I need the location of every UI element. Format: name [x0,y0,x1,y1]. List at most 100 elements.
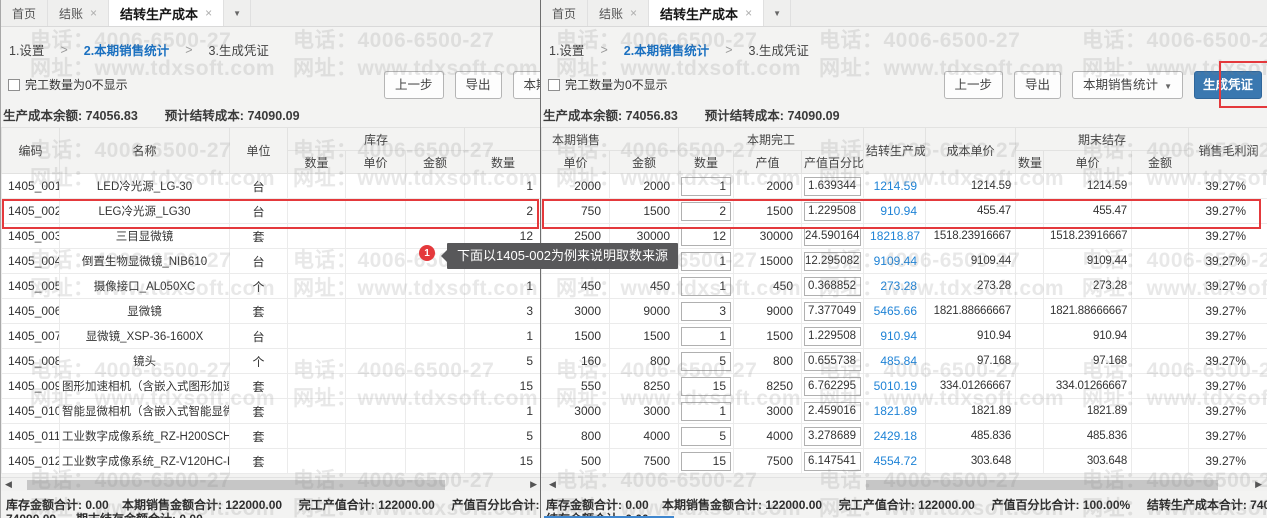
close-icon[interactable]: × [205,6,212,20]
tab-closing[interactable]: 结账× [588,0,649,26]
col-header-sale-qty[interactable]: 数量 [465,151,541,174]
prev-step-button[interactable]: 上一步 [944,71,1004,99]
col-header-sale-amount[interactable]: 金额 [610,151,679,174]
col-header-name[interactable]: 名称 [60,128,230,174]
table-row[interactable]: 1405_002 LEG冷光源_LG30 台 2 [2,199,541,224]
col-header-output-percent[interactable]: 产值百分比 [802,151,864,174]
cell-carry-cost-link[interactable]: 910.94 [864,199,926,224]
table-row[interactable]: 1500 1500 1500 1.229508 910.94 910.94 91… [542,324,1267,349]
scroll-left-icon[interactable]: ◀ [5,479,12,490]
hide-zero-checkbox[interactable] [548,79,560,91]
cell-carry-cost-link[interactable]: 9109.44 [864,249,926,274]
table-row[interactable]: 1405_009 图形加速相机（含嵌入式图形加速... 套 15 [2,374,541,399]
scrollbar-thumb[interactable] [866,480,1218,490]
done-qty-input[interactable] [681,302,731,321]
tab-overflow-button[interactable]: ▼ [764,0,791,26]
col-header-cost-price[interactable]: 成本单价 [926,128,1016,174]
export-button[interactable]: 导出 [1014,71,1061,99]
table-row[interactable]: 2000 2000 2000 1.639344 1214.59 1214.59 … [542,174,1267,199]
prev-step-button[interactable]: 上一步 [384,71,444,99]
sales-stat-dropdown-button[interactable]: 本期销售统计▼ [1072,71,1183,99]
tab-home[interactable]: 首页 [541,0,588,26]
tab-carry-cost[interactable]: 结转生产成本× [649,0,764,26]
table-row[interactable]: 160 800 800 0.655738 485.84 97.168 97.16… [542,349,1267,374]
cell-carry-cost-link[interactable]: 18218.87 [864,224,926,249]
cell-carry-cost-link[interactable]: 273.28 [864,274,926,299]
col-header-carry-cost[interactable]: 结转生产成本 [864,128,926,174]
done-qty-input[interactable] [681,277,731,296]
cell-carry-cost-link[interactable]: 1214.59 [864,174,926,199]
table-row[interactable]: 1405_011 工业数字成像系统_RZ-H200SCH-II 套 5 [2,424,541,449]
table-row[interactable]: 500 7500 7500 6.147541 4554.72 303.648 3… [542,449,1267,474]
col-header-stock-qty[interactable]: 数量 [288,151,346,174]
done-qty-input[interactable] [681,452,731,471]
done-qty-input[interactable] [681,402,731,421]
col-header-output-value[interactable]: 产值 [734,151,802,174]
col-header-gross-margin[interactable]: 销售毛利润 [1189,128,1267,174]
table-row[interactable]: 450 450 450 0.368852 273.28 273.28 273.2… [542,274,1267,299]
table-row[interactable]: 1405_008 镜头 个 5 [2,349,541,374]
scroll-right-icon[interactable]: ▶ [530,479,537,490]
done-qty-input[interactable] [681,252,731,271]
table-row[interactable]: 1405_007 显微镜_XSP-36-1600X 台 1 [2,324,541,349]
col-header-end-price[interactable]: 单价 [1044,151,1132,174]
horizontal-scrollbar[interactable]: ◀ ▶ [541,477,1267,491]
cell-carry-cost-link[interactable]: 485.84 [864,349,926,374]
tab-home[interactable]: 首页 [1,0,48,26]
done-qty-input[interactable] [681,202,731,221]
col-header-code[interactable]: 编码 [2,128,60,174]
table-row[interactable]: 1405_006 显微镜 套 3 [2,299,541,324]
cell-done-qty [679,424,734,449]
table-row[interactable]: 750 1500 1500 1.229508 910.94 455.47 455… [542,199,1267,224]
sales-stat-dropdown-button[interactable]: 本期销售统计▼ [513,71,540,99]
col-header-sale-price[interactable]: 单价 [542,151,610,174]
done-qty-input[interactable] [681,427,731,446]
col-header-stock-price[interactable]: 单价 [346,151,406,174]
table-row[interactable]: 1405_005 摄像接口_AL050XC 个 1 [2,274,541,299]
step-generate-voucher[interactable]: 3.生成凭证 [209,40,269,59]
done-qty-input[interactable] [681,377,731,396]
cell-end-qty [1016,399,1044,424]
scroll-right-icon[interactable]: ▶ [1255,479,1262,490]
done-qty-input[interactable] [681,227,731,246]
table-row[interactable]: 800 4000 4000 3.278689 2429.18 485.836 4… [542,424,1267,449]
export-button[interactable]: 导出 [455,71,502,99]
cell-gross-margin: 39.27% [1189,449,1267,474]
done-qty-input[interactable] [681,352,731,371]
table-row[interactable]: 1405_001 LED冷光源_LG-30 台 1 [2,174,541,199]
col-header-stock-amount[interactable]: 金额 [406,151,465,174]
hide-zero-checkbox[interactable] [8,79,20,91]
close-icon[interactable]: × [90,6,97,20]
col-header-unit[interactable]: 单位 [230,128,288,174]
step-sales-stat[interactable]: 2.本期销售统计 [624,40,709,59]
tab-overflow-button[interactable]: ▼ [224,0,251,26]
cell-carry-cost-link[interactable]: 2429.18 [864,424,926,449]
step-sales-stat[interactable]: 2.本期销售统计 [84,40,169,59]
scroll-left-icon[interactable]: ◀ [549,479,556,490]
table-row[interactable]: 3000 9000 9000 7.377049 5465.66 1821.886… [542,299,1267,324]
cell-carry-cost-link[interactable]: 5465.66 [864,299,926,324]
step-generate-voucher[interactable]: 3.生成凭证 [749,40,809,59]
step-setup[interactable]: 1.设置 [9,40,44,59]
table-row[interactable]: 3000 3000 3000 2.459016 1821.89 1821.89 … [542,399,1267,424]
close-icon[interactable]: × [630,6,637,20]
cell-carry-cost-link[interactable]: 5010.19 [864,374,926,399]
horizontal-scrollbar[interactable]: ◀ ▶ [1,477,540,491]
done-qty-input[interactable] [681,327,731,346]
done-qty-input[interactable] [681,177,731,196]
col-header-end-amount[interactable]: 金额 [1132,151,1189,174]
step-setup[interactable]: 1.设置 [549,40,584,59]
scrollbar-thumb[interactable] [27,480,445,490]
col-header-end-qty[interactable]: 数量 [1016,151,1044,174]
table-row[interactable]: 550 8250 8250 6.762295 5010.19 334.01266… [542,374,1267,399]
table-row[interactable]: 1405_012 工业数字成像系统_RZ-V120HC-II 套 15 [2,449,541,474]
generate-voucher-button[interactable]: 生成凭证 [1194,71,1262,99]
tab-carry-cost[interactable]: 结转生产成本× [109,0,224,26]
col-header-done-qty[interactable]: 数量 [679,151,734,174]
close-icon[interactable]: × [745,6,752,20]
tab-closing[interactable]: 结账× [48,0,109,26]
cell-carry-cost-link[interactable]: 910.94 [864,324,926,349]
table-row[interactable]: 1405_010 智能显微相机（含嵌入式智能显微... 套 1 [2,399,541,424]
cell-carry-cost-link[interactable]: 1821.89 [864,399,926,424]
cell-carry-cost-link[interactable]: 4554.72 [864,449,926,474]
